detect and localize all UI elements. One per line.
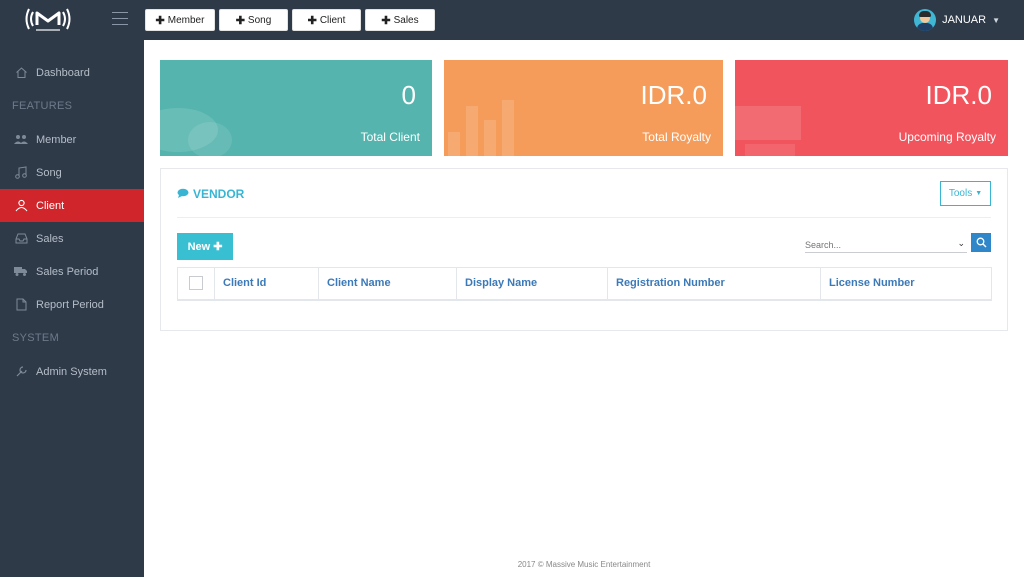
stat-value: IDR.0 — [640, 80, 707, 110]
panel-title-text: VENDOR — [193, 187, 245, 201]
stat-card-upcoming-royalty: IDR.0 Upcoming Royalty — [735, 60, 1008, 156]
vendor-panel: VENDOR Tools ▼ New ✚ ⌄ Client Id Client … — [160, 168, 1008, 331]
sidebar-item-member[interactable]: Member — [0, 123, 144, 156]
sidebar: Dashboard FEATURES Member Song Client Sa… — [0, 40, 144, 577]
user-name: JANUAR — [942, 14, 987, 26]
tools-dropdown-button[interactable]: Tools ▼ — [940, 181, 991, 206]
sidebar-item-client[interactable]: Client — [0, 189, 144, 222]
sidebar-item-label: Sales — [36, 232, 64, 245]
top-bar: ✚ Member ✚ Song ✚ Client ✚ Sales JANUAR ▼ — [0, 0, 1024, 40]
monitor-icon — [735, 106, 801, 156]
add-song-button[interactable]: ✚ Song — [219, 9, 288, 31]
footer-text: 2017 © Massive Music Entertainment — [517, 560, 651, 569]
plus-icon: ✚ — [307, 14, 317, 27]
chevron-down-icon: ▼ — [975, 190, 983, 197]
wrench-icon — [14, 365, 28, 379]
search-icon — [976, 237, 986, 248]
inbox-icon — [14, 232, 28, 246]
sidebar-item-dashboard[interactable]: Dashboard — [0, 56, 144, 89]
sidebar-item-sales[interactable]: Sales — [0, 222, 144, 255]
plus-icon: ✚ — [381, 14, 391, 27]
features-heading: FEATURES — [12, 100, 73, 112]
brand-logo[interactable] — [0, 0, 96, 40]
chat-bubble-icon — [160, 108, 232, 156]
sidebar-item-label: Dashboard — [36, 66, 90, 79]
stat-label: Total Client — [360, 130, 420, 144]
sidebar-item-label: Song — [36, 166, 62, 179]
column-header-registration-number[interactable]: Registration Number — [607, 267, 821, 301]
music-note-icon — [14, 166, 28, 180]
main-content: 0 Total Client IDR.0 Total Royalty IDR.0… — [144, 40, 1024, 577]
add-client-button[interactable]: ✚ Client — [292, 9, 361, 31]
column-header-license-number[interactable]: License Number — [820, 267, 992, 301]
stat-value: 0 — [401, 80, 416, 110]
add-sales-button[interactable]: ✚ Sales — [365, 9, 435, 31]
stat-card-total-client: 0 Total Client — [160, 60, 432, 156]
menu-toggle-icon[interactable] — [112, 12, 128, 26]
sidebar-item-sales-period[interactable]: Sales Period — [0, 255, 144, 288]
sidebar-item-label: Client — [36, 199, 65, 212]
stat-label: Total Royalty — [642, 130, 711, 144]
chevron-down-icon[interactable]: ⌄ — [957, 238, 965, 249]
select-all-checkbox[interactable] — [189, 276, 203, 291]
plus-icon: ✚ — [213, 241, 223, 253]
logo-icon — [25, 8, 71, 31]
sidebar-item-label: Member — [36, 133, 77, 146]
column-header-display-name[interactable]: Display Name — [456, 267, 608, 301]
user-icon — [14, 199, 28, 213]
panel-title: VENDOR — [177, 187, 244, 201]
search-input[interactable] — [805, 238, 951, 252]
avatar — [914, 9, 937, 31]
sidebar-item-label: Sales Period — [36, 265, 99, 278]
search-button[interactable] — [971, 233, 991, 252]
sidebar-item-song[interactable]: Song — [0, 156, 144, 189]
user-menu[interactable]: JANUAR ▼ — [914, 9, 1000, 31]
sidebar-item-report-period[interactable]: Report Period — [0, 288, 144, 321]
search-field: ⌄ — [805, 237, 967, 253]
plus-icon: ✚ — [235, 14, 245, 27]
add-member-button[interactable]: ✚ Member — [145, 9, 215, 31]
quick-actions: ✚ Member ✚ Song ✚ Client ✚ Sales — [145, 9, 439, 31]
stat-value: IDR.0 — [925, 80, 992, 110]
sidebar-item-label: Admin System — [36, 365, 107, 378]
system-heading: SYSTEM — [12, 332, 60, 344]
table-header-row: Client Id Client Name Display Name Regis… — [177, 267, 992, 301]
stat-card-total-royalty: IDR.0 Total Royalty — [444, 60, 723, 156]
comment-icon — [177, 187, 189, 201]
truck-icon — [14, 265, 28, 279]
home-icon — [14, 66, 28, 80]
chevron-down-icon: ▼ — [992, 15, 1000, 25]
vendor-table: Client Id Client Name Display Name Regis… — [177, 267, 992, 301]
new-button[interactable]: New ✚ — [177, 233, 233, 260]
stat-label: Upcoming Royalty — [898, 130, 996, 144]
column-header-client-id[interactable]: Client Id — [214, 267, 319, 301]
plus-icon: ✚ — [155, 14, 165, 27]
users-icon — [14, 133, 28, 147]
select-all-cell — [177, 267, 215, 301]
sidebar-item-admin-system[interactable]: Admin System — [0, 355, 144, 388]
sidebar-item-label: Report Period — [36, 298, 104, 311]
divider — [177, 217, 991, 218]
bar-chart-icon — [448, 100, 514, 156]
column-header-client-name[interactable]: Client Name — [318, 267, 457, 301]
file-icon — [14, 298, 28, 312]
